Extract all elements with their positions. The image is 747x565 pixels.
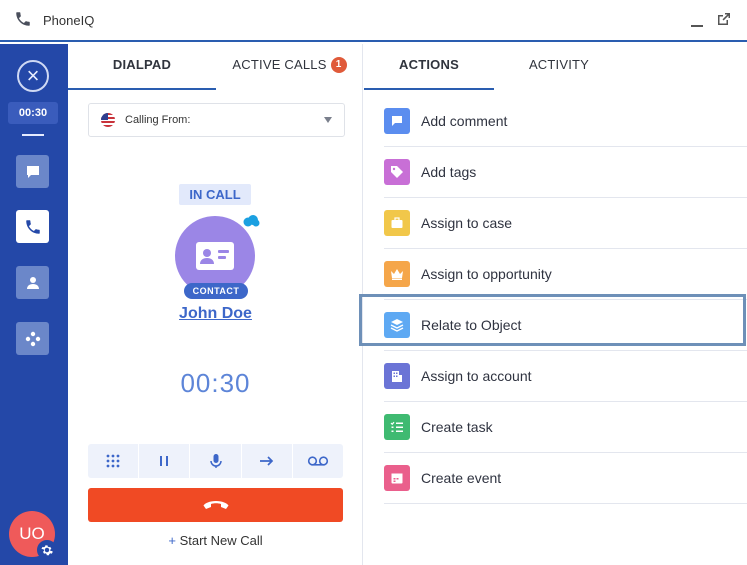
close-icon[interactable]: ×: [17, 60, 49, 92]
title-bar: PhoneIQ: [0, 0, 747, 42]
phone-logo-icon: [16, 12, 30, 26]
action-label: Add comment: [421, 113, 508, 129]
rail-divider: [22, 134, 44, 136]
actions-tabs: ACTIONS ACTIVITY: [364, 44, 624, 90]
left-rail: × 00:30 UO: [0, 44, 68, 565]
arrow-right-icon: [259, 456, 273, 466]
tab-activity-label: ACTIVITY: [528, 57, 590, 72]
contact-card-icon: [196, 242, 234, 270]
transfer-button[interactable]: [242, 444, 293, 478]
relate-to-object-action[interactable]: Relate to Object: [384, 300, 747, 351]
add-tags-action[interactable]: Add tags: [384, 147, 747, 198]
tab-dialpad-label: DIALPAD: [112, 57, 172, 72]
pause-icon: [160, 456, 169, 466]
keypad-button[interactable]: [88, 444, 140, 478]
microphone-icon: [209, 454, 222, 468]
apps-icon[interactable]: [16, 322, 49, 355]
tab-activity[interactable]: ACTIVITY: [494, 44, 624, 90]
calling-from-label: Calling From:: [125, 114, 191, 126]
hold-button[interactable]: [139, 444, 191, 478]
comment-icon: [384, 108, 410, 134]
start-new-call-link[interactable]: + Start New Call: [68, 533, 363, 548]
contact-name-link[interactable]: John Doe: [68, 305, 363, 323]
voicemail-button[interactable]: [293, 444, 343, 478]
start-new-call-label: Start New Call: [179, 533, 263, 548]
chat-icon[interactable]: [16, 155, 49, 188]
chevron-down-icon: [324, 117, 332, 123]
plus-icon: +: [168, 533, 176, 548]
create-task-action[interactable]: Create task: [384, 402, 747, 453]
voicemail-icon: [307, 456, 329, 466]
call-status-badge: IN CALL: [179, 184, 251, 205]
minimize-icon[interactable]: [690, 14, 704, 28]
contact-icon[interactable]: [16, 266, 49, 299]
tag-icon: [384, 159, 410, 185]
dialpad-tabs: DIALPAD ACTIVE CALLS 1: [68, 44, 363, 90]
tab-actions[interactable]: ACTIONS: [364, 44, 494, 90]
call-timer: 00:30: [180, 368, 251, 398]
us-flag-icon: [101, 113, 115, 127]
actions-panel: ACTIONS ACTIVITY Add comment Add tags As…: [364, 44, 747, 565]
keypad-icon: [106, 454, 120, 468]
assign-to-account-action[interactable]: Assign to account: [384, 351, 747, 402]
salesforce-cloud-icon: [243, 215, 260, 227]
mute-button[interactable]: [190, 444, 242, 478]
hang-up-button[interactable]: [88, 488, 343, 522]
create-event-action[interactable]: Create event: [384, 453, 747, 504]
layers-icon: [384, 312, 410, 338]
action-label: Create task: [421, 419, 493, 435]
active-calls-count-badge: 1: [330, 57, 347, 73]
action-label: Assign to case: [421, 215, 513, 231]
actions-list: Add comment Add tags Assign to case Assi…: [384, 96, 747, 504]
dialpad-panel: DIALPAD ACTIVE CALLS 1 Calling From: IN C…: [68, 44, 363, 565]
tab-actions-label: ACTIONS: [399, 57, 459, 72]
calling-from-select[interactable]: Calling From:: [88, 103, 345, 137]
hang-up-icon: [203, 501, 228, 509]
tab-active-calls-label: ACTIVE CALLS: [232, 57, 327, 72]
briefcase-icon: [384, 210, 410, 236]
assign-to-case-action[interactable]: Assign to case: [384, 198, 747, 249]
app-title: PhoneIQ: [43, 13, 95, 28]
task-list-icon: [384, 414, 410, 440]
assign-to-opportunity-action[interactable]: Assign to opportunity: [384, 249, 747, 300]
tab-active-calls[interactable]: ACTIVE CALLS 1: [216, 44, 363, 90]
popout-icon[interactable]: [716, 11, 732, 27]
crown-icon: [384, 261, 410, 287]
action-label: Create event: [421, 470, 502, 486]
rail-call-timer: 00:30: [8, 102, 58, 124]
phone-icon[interactable]: [16, 210, 49, 243]
action-label: Assign to account: [421, 368, 532, 384]
call-controls: [88, 444, 343, 478]
action-label: Add tags: [421, 164, 477, 180]
add-comment-action[interactable]: Add comment: [384, 96, 747, 147]
building-icon: [384, 363, 410, 389]
calendar-icon: [384, 465, 410, 491]
gear-icon[interactable]: [37, 540, 57, 560]
tab-dialpad[interactable]: DIALPAD: [68, 44, 216, 90]
action-label: Assign to opportunity: [421, 266, 552, 282]
contact-type-label: CONTACT: [184, 283, 248, 299]
action-label: Relate to Object: [421, 317, 522, 333]
